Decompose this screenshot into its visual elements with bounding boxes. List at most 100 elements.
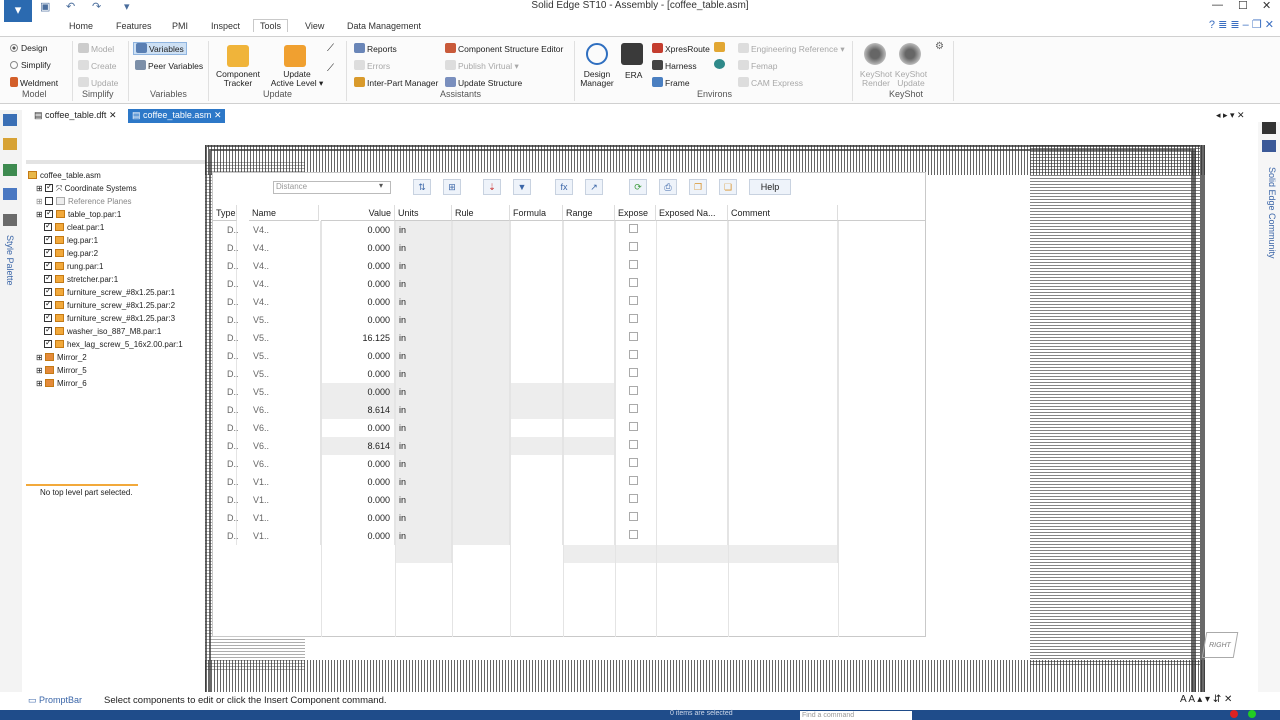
cell-value[interactable]: 0.000 bbox=[321, 257, 395, 275]
keyshot-settings-icon[interactable]: ⚙ bbox=[935, 41, 944, 52]
cell-range[interactable] bbox=[563, 491, 615, 509]
inter-part-manager-button[interactable]: Inter-Part Manager bbox=[354, 77, 438, 88]
table-row[interactable]: D.. V1.. 0.000 in bbox=[213, 527, 925, 545]
help-icon[interactable]: ? bbox=[1209, 19, 1215, 31]
cell-comment[interactable] bbox=[728, 509, 838, 527]
cell-range[interactable] bbox=[563, 509, 615, 527]
column-header-units[interactable]: Units bbox=[395, 205, 452, 221]
cell-value[interactable]: 0.000 bbox=[321, 455, 395, 473]
cell-name[interactable]: V1.. bbox=[249, 509, 321, 527]
cell-rule[interactable] bbox=[452, 491, 510, 509]
tree-item-part[interactable]: leg.par:2 bbox=[44, 247, 98, 262]
cell-type[interactable]: D.. bbox=[213, 329, 239, 347]
variable-filter-dropdown[interactable]: Distance bbox=[273, 181, 391, 194]
cell-rule[interactable] bbox=[452, 311, 510, 329]
tree-item-part[interactable]: rung.par:1 bbox=[44, 260, 103, 275]
column-header-comment[interactable]: Comment bbox=[728, 205, 838, 221]
view-cube[interactable]: RIGHT bbox=[1201, 632, 1239, 658]
cell-comment[interactable] bbox=[728, 257, 838, 275]
cell-formula[interactable] bbox=[510, 329, 563, 347]
cell-units[interactable]: in bbox=[395, 437, 452, 455]
expose-checkbox[interactable] bbox=[629, 242, 638, 251]
cell-range[interactable] bbox=[563, 455, 615, 473]
cell-value[interactable]: 0.000 bbox=[321, 275, 395, 293]
environs-extra-icon[interactable] bbox=[714, 42, 727, 53]
cell-units[interactable]: in bbox=[395, 257, 452, 275]
expose-checkbox[interactable] bbox=[629, 512, 638, 521]
expose-checkbox[interactable] bbox=[629, 422, 638, 431]
table-row[interactable]: D.. V4.. 0.000 in bbox=[213, 239, 925, 257]
cell-name[interactable]: V4.. bbox=[249, 221, 321, 239]
find-command-input[interactable]: Find a command bbox=[800, 711, 912, 720]
cell-exposed-name[interactable] bbox=[656, 221, 728, 239]
cell-type[interactable]: D.. bbox=[213, 311, 239, 329]
tree-item-part[interactable]: stretcher.par:1 bbox=[44, 273, 118, 288]
tab-home[interactable]: Home bbox=[69, 21, 93, 31]
tree-item-part[interactable]: furniture_screw_#8x1.25.par:3 bbox=[44, 312, 175, 327]
close-icon[interactable]: ✕ bbox=[1262, 0, 1271, 12]
feature-library-icon[interactable] bbox=[3, 164, 17, 176]
cell-comment[interactable] bbox=[728, 401, 838, 419]
tree-item-part[interactable]: cleat.par:1 bbox=[44, 221, 104, 236]
community-tab[interactable]: Solid Edge Community bbox=[1267, 167, 1277, 267]
cell-rule[interactable] bbox=[452, 365, 510, 383]
expose-checkbox[interactable] bbox=[629, 260, 638, 269]
cell-units[interactable]: in bbox=[395, 491, 452, 509]
table-row[interactable]: D.. V6.. 0.000 in bbox=[213, 419, 925, 437]
environs-extra-icon-2[interactable] bbox=[714, 59, 727, 70]
tab-features[interactable]: Features bbox=[116, 21, 152, 31]
cell-type[interactable]: D.. bbox=[213, 437, 239, 455]
cell-type[interactable]: D.. bbox=[213, 293, 239, 311]
cell-rule[interactable] bbox=[452, 473, 510, 491]
tab-pmi[interactable]: PMI bbox=[172, 21, 188, 31]
doc-tab-dft[interactable]: ▤ coffee_table.dft ✕ bbox=[30, 109, 120, 123]
column-header-formula[interactable]: Formula bbox=[510, 205, 563, 221]
cell-formula[interactable] bbox=[510, 347, 563, 365]
go-icon[interactable] bbox=[1248, 710, 1256, 718]
tree-item-coordinate-systems[interactable]: ⊞ ⤧ Coordinate Systems bbox=[36, 182, 137, 197]
peer-variables-button[interactable]: Peer Variables bbox=[135, 60, 203, 71]
expose-checkbox[interactable] bbox=[629, 296, 638, 305]
cell-name[interactable]: V4.. bbox=[249, 275, 321, 293]
checkbox-icon[interactable] bbox=[44, 299, 52, 309]
cell-units[interactable]: in bbox=[395, 221, 452, 239]
cell-value[interactable]: 16.125 bbox=[321, 329, 395, 347]
harness-button[interactable]: Harness bbox=[652, 60, 697, 71]
tree-item-part[interactable]: washer_iso_887_M8.par:1 bbox=[44, 325, 161, 340]
cell-units[interactable]: in bbox=[395, 383, 452, 401]
table-row[interactable]: D.. V1.. 0.000 in bbox=[213, 491, 925, 509]
cell-range[interactable] bbox=[563, 329, 615, 347]
cell-type[interactable]: D.. bbox=[213, 509, 239, 527]
cam-express-button[interactable]: CAM Express bbox=[738, 77, 803, 88]
cell-rule[interactable] bbox=[452, 437, 510, 455]
cell-value[interactable]: 8.614 bbox=[321, 401, 395, 419]
cell-range[interactable] bbox=[563, 437, 615, 455]
cell-value[interactable]: 0.000 bbox=[321, 347, 395, 365]
tab-scroll-icons[interactable]: ◂ ▸ ▾ ✕ bbox=[1216, 110, 1245, 121]
table-row[interactable]: D.. V4.. 0.000 in bbox=[213, 257, 925, 275]
cell-comment[interactable] bbox=[728, 419, 838, 437]
cell-type[interactable]: D.. bbox=[213, 347, 239, 365]
checkbox-icon[interactable] bbox=[44, 234, 52, 244]
cell-type[interactable]: D.. bbox=[213, 527, 239, 545]
design-manager-button[interactable]: Design Manager bbox=[576, 70, 618, 88]
checkbox-icon[interactable] bbox=[44, 273, 52, 283]
cell-exposed-name[interactable] bbox=[656, 527, 728, 545]
cell-range[interactable] bbox=[563, 311, 615, 329]
window-list-icon[interactable]: ≣ bbox=[1218, 19, 1227, 31]
checkbox-icon[interactable] bbox=[44, 182, 53, 192]
cell-comment[interactable] bbox=[728, 491, 838, 509]
tree-item-part[interactable]: furniture_screw_#8x1.25.par:2 bbox=[44, 299, 175, 314]
table-row[interactable]: D.. V6.. 0.000 in bbox=[213, 455, 925, 473]
component-tracker-button[interactable]: Component Tracker bbox=[216, 70, 260, 88]
cell-value[interactable]: 0.000 bbox=[321, 473, 395, 491]
expose-checkbox[interactable] bbox=[629, 224, 638, 233]
filter-icon[interactable]: ▼ bbox=[513, 179, 531, 195]
reports-button[interactable]: Reports bbox=[354, 43, 397, 54]
cell-comment[interactable] bbox=[728, 221, 838, 239]
cell-formula[interactable] bbox=[510, 419, 563, 437]
cell-name[interactable]: V4.. bbox=[249, 257, 321, 275]
tree-item-part[interactable]: hex_lag_screw_5_16x2.00.par:1 bbox=[44, 338, 183, 353]
cell-exposed-name[interactable] bbox=[656, 347, 728, 365]
checkbox-icon[interactable] bbox=[44, 338, 52, 348]
